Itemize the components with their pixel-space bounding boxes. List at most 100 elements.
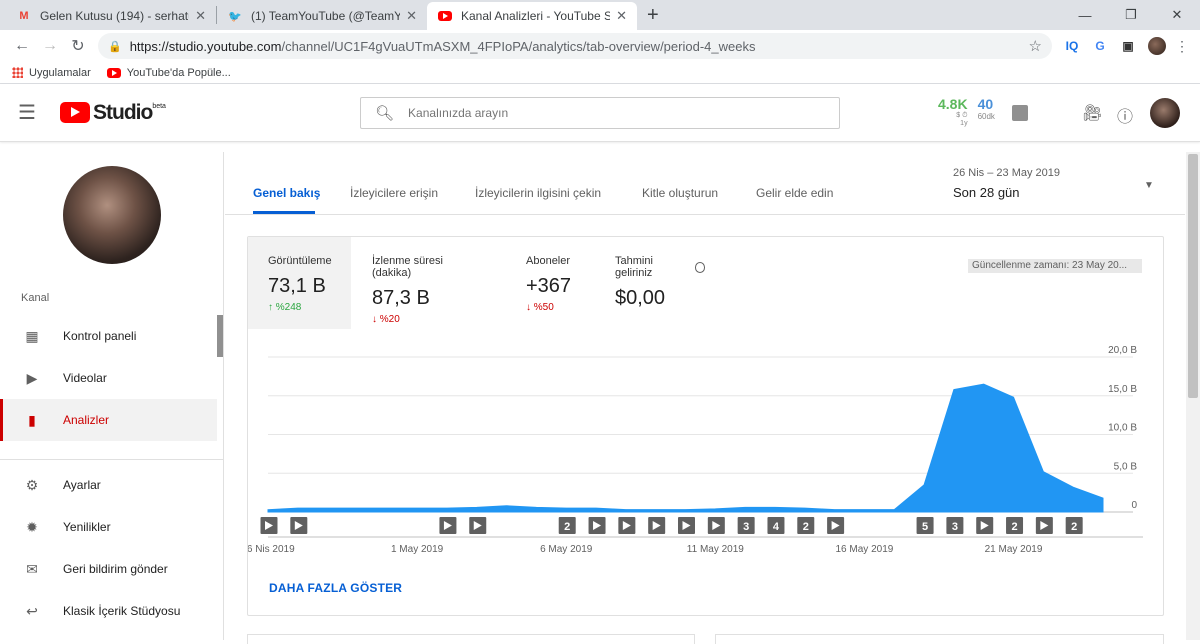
classic-studio-icon: ↩ xyxy=(26,602,38,619)
main-content: Genel bakış İzleyicilere erişin İzleyici… xyxy=(225,152,1185,644)
scrollbar-thumb[interactable] xyxy=(1188,154,1198,398)
profile-avatar[interactable] xyxy=(1148,37,1166,55)
channel-section-label: Kanal xyxy=(21,292,50,304)
settings-icon: ⚙ xyxy=(25,476,39,493)
marker-count: 3 xyxy=(952,521,958,533)
translate-extension-icon[interactable]: G xyxy=(1086,39,1114,53)
close-window-icon[interactable]: ✕ xyxy=(1154,0,1200,30)
y-tick-label: 20,0 B xyxy=(1108,345,1137,356)
tab-engagement[interactable]: İzleyicilerin ilgisini çekin xyxy=(475,186,601,200)
tab-overview[interactable]: Genel bakış xyxy=(253,186,320,200)
metric-change: ↓ %20 xyxy=(372,314,400,325)
views-chart: 0 5,0 B 10,0 B 15,0 B 20,0 B 2 3 4 2 5 3 2 2 26 Nis 2… xyxy=(248,345,1143,555)
url-host: https://studio.youtube.com xyxy=(129,38,282,54)
close-icon[interactable]: ✕ xyxy=(406,8,417,24)
date-range-picker[interactable]: 26 Nis – 23 May 2019 Son 28 gün xyxy=(953,167,1060,200)
analytics-tabs: Genel bakış İzleyicilere erişin İzleyici… xyxy=(225,152,1185,215)
metric-revenue[interactable]: Tahmini geliriniz $0,00 xyxy=(595,237,725,329)
tab-title: Gelen Kutusu (194) - serhatuzunk xyxy=(40,9,189,23)
new-tab-button[interactable]: + xyxy=(647,4,659,27)
sidebar-scrollbar[interactable] xyxy=(217,315,223,357)
search-icon: 🔍︎ xyxy=(375,105,395,122)
more-menu-icon[interactable]: ⋮ xyxy=(1172,38,1192,55)
info-icon[interactable] xyxy=(694,261,705,273)
bookmark-apps[interactable]: Uygulamalar xyxy=(12,67,91,79)
tab-audience[interactable]: Kitle oluşturun xyxy=(642,186,718,200)
marker-count: 4 xyxy=(773,521,780,533)
sidebar-item-videos[interactable]: ▶ Videolar xyxy=(0,357,217,399)
y-tick-label: 15,0 B xyxy=(1108,384,1137,395)
sidebar-item-analytics[interactable]: ▮ Analizler xyxy=(0,399,217,441)
sidebar-item-settings[interactable]: ⚙ Ayarlar xyxy=(0,464,217,506)
metric-label: Aboneler xyxy=(526,255,571,267)
youtube-icon xyxy=(437,8,453,24)
analytics-bars-icon[interactable] xyxy=(1012,105,1028,121)
tab-reach[interactable]: İzleyicilere erişin xyxy=(350,186,438,200)
y-tick-label: 10,0 B xyxy=(1108,423,1137,434)
extension-icon[interactable]: ▣ xyxy=(1114,39,1142,53)
beta-label: beta xyxy=(152,102,166,110)
stat-value: 4.8K xyxy=(938,96,968,112)
tab-title: (1) TeamYouTube (@TeamYouTub xyxy=(251,9,401,23)
channel-avatar[interactable] xyxy=(63,166,161,264)
account-avatar[interactable] xyxy=(1150,98,1180,128)
help-icon[interactable]: ⓘ xyxy=(1117,103,1133,127)
marker-count: 2 xyxy=(1071,521,1077,533)
search-input[interactable] xyxy=(408,106,825,120)
sidebar-item-label: Ayarlar xyxy=(63,478,101,492)
sidebar-item-feedback[interactable]: ✉ Geri bildirim gönder xyxy=(0,548,217,590)
studio-logo[interactable]: Studio beta xyxy=(60,101,166,125)
header-stats: 4.8K $ ⏱ 1y 40 60dk xyxy=(938,96,995,127)
reload-icon[interactable]: ↻ xyxy=(64,36,92,56)
stat-sub: 1y xyxy=(960,120,968,127)
sidebar-item-label: Klasik İçerik Stüdyosu xyxy=(63,604,181,618)
metric-value: +367 xyxy=(526,275,572,297)
browser-tab-twitter[interactable]: 🐦 (1) TeamYouTube (@TeamYouTub ✕ xyxy=(217,2,427,30)
metric-watch-time[interactable]: İzlenme süresi (dakika) 87,3 B ↓ %20 xyxy=(352,237,502,329)
x-tick-label: 11 May 2019 xyxy=(687,544,745,555)
url-field[interactable]: 🔒 https://studio.youtube.com/channel/UC1… xyxy=(98,33,1052,59)
browser-tab-gmail[interactable]: M Gelen Kutusu (194) - serhatuzunk ✕ xyxy=(6,2,216,30)
tab-title: Kanal Analizleri - YouTube Studio xyxy=(461,9,611,23)
bookmark-star-icon[interactable]: ☆ xyxy=(1029,37,1042,55)
active-tab-indicator xyxy=(253,211,315,214)
y-tick-label: 0 xyxy=(1131,500,1137,511)
tab-revenue[interactable]: Gelir elde edin xyxy=(756,186,833,200)
show-more-link[interactable]: DAHA FAZLA GÖSTER xyxy=(269,581,402,595)
back-icon[interactable]: ← xyxy=(8,37,36,55)
y-tick-label: 5,0 B xyxy=(1114,461,1138,472)
forward-icon[interactable]: → xyxy=(36,37,64,55)
bookmark-youtube-popular[interactable]: YouTube'da Popüle... xyxy=(106,67,231,79)
x-tick-label: 16 May 2019 xyxy=(836,544,894,555)
metric-change-value: %20 xyxy=(379,314,400,325)
metric-change-value: %50 xyxy=(533,302,554,313)
gmail-icon: M xyxy=(19,10,29,22)
x-tick-label: 21 May 2019 xyxy=(985,544,1043,555)
sidebar-item-classic-studio[interactable]: ↩ Klasik İçerik Stüdyosu xyxy=(0,590,217,632)
metric-views[interactable]: Görüntüleme 73,1 B ↑ %248 xyxy=(248,237,351,329)
page-scrollbar[interactable] xyxy=(1186,152,1200,640)
stat-value: 40 xyxy=(977,96,994,112)
metric-label: Görüntüleme xyxy=(268,255,332,267)
metric-value: 87,3 B xyxy=(372,287,430,309)
hamburger-menu-icon[interactable]: ☰ xyxy=(18,100,46,125)
sidebar-item-whats-new[interactable]: ✹ Yenilikler xyxy=(0,506,217,548)
iq-extension-icon[interactable]: IQ xyxy=(1058,39,1086,53)
bookmark-label: Uygulamalar xyxy=(29,66,91,79)
metric-subscribers[interactable]: Aboneler +367 ↓ %50 xyxy=(506,237,596,329)
restore-icon[interactable]: ❐ xyxy=(1108,0,1154,30)
close-icon[interactable]: ✕ xyxy=(195,8,206,24)
sidebar-item-dashboard[interactable]: ▦ Kontrol paneli xyxy=(0,315,217,357)
create-video-icon[interactable]: 🎥︎ xyxy=(1082,103,1102,123)
minimize-icon[interactable]: — xyxy=(1062,0,1108,30)
sidebar-divider xyxy=(0,459,224,460)
channel-search[interactable]: 🔍︎ xyxy=(360,97,840,129)
studio-header: ☰ Studio beta 🔍︎ 4.8K $ ⏱ 1y 40 60dk 🎥︎ … xyxy=(0,84,1200,142)
lock-icon: 🔒 xyxy=(108,40,122,53)
url-text: https://studio.youtube.com/channel/UC1F4… xyxy=(130,39,1029,54)
marker-count: 2 xyxy=(803,521,809,533)
twitter-icon: 🐦 xyxy=(228,10,242,23)
browser-tab-youtube-studio[interactable]: Kanal Analizleri - YouTube Studio ✕ xyxy=(427,2,637,30)
chevron-down-icon[interactable]: ▼ xyxy=(1144,180,1154,191)
close-icon[interactable]: ✕ xyxy=(616,8,627,24)
